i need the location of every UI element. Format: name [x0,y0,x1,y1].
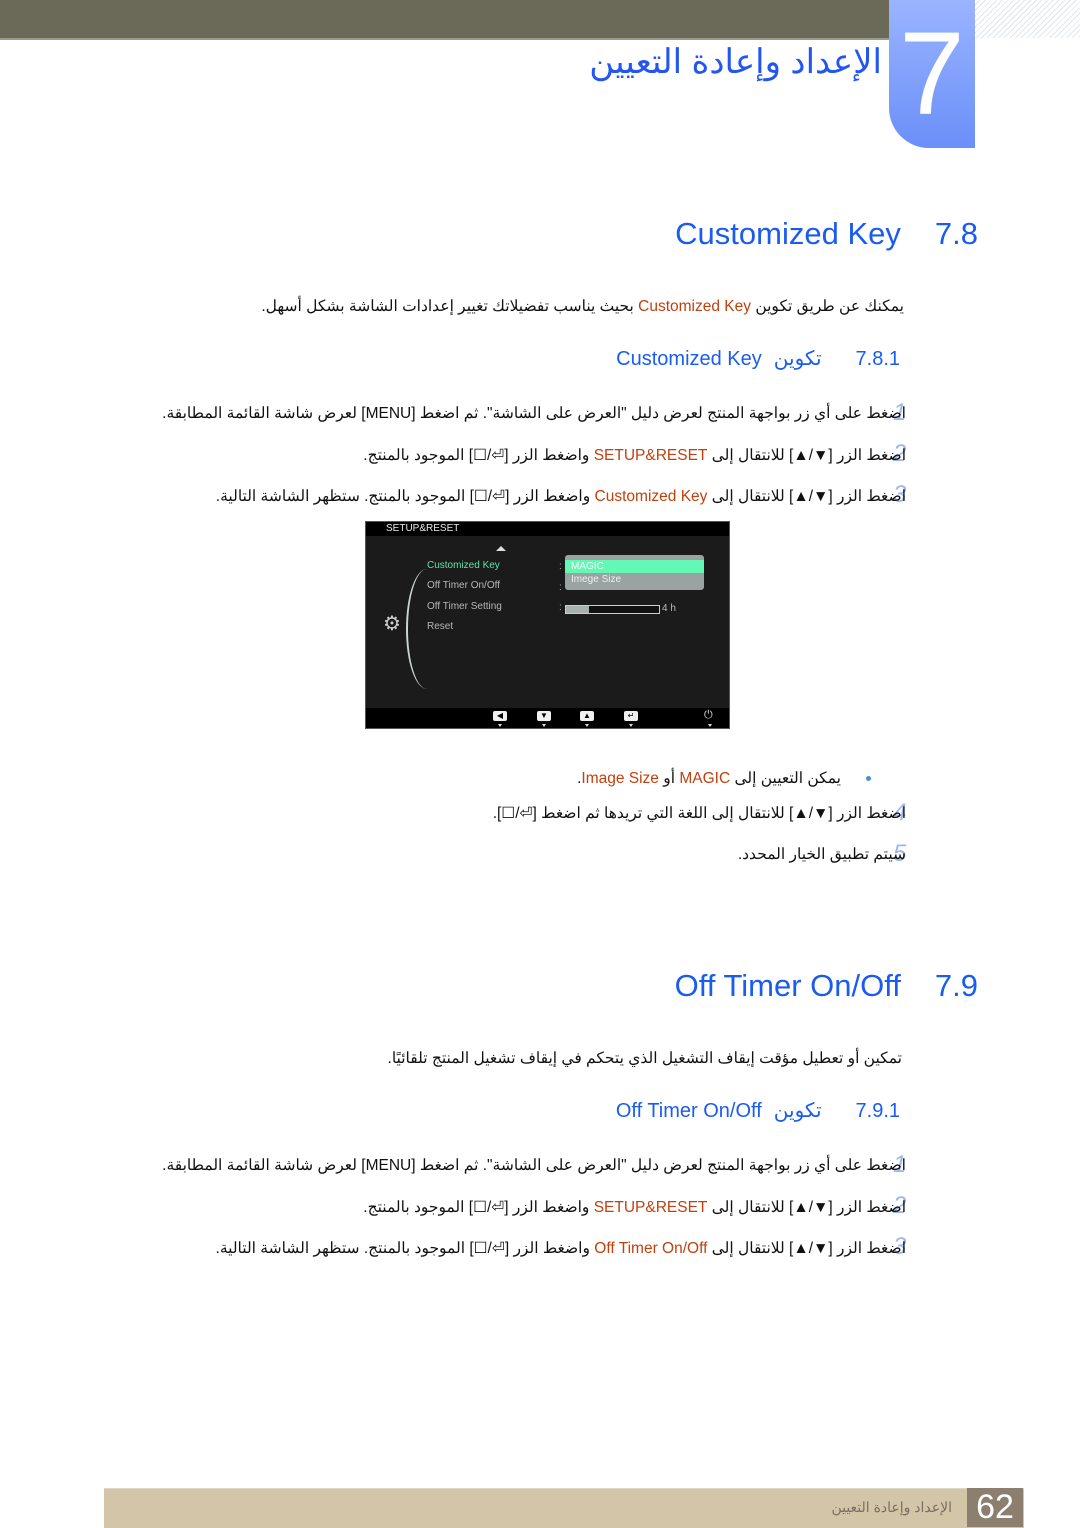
step-text: اضغط الزر [▼/▲] للانتقال إلى اللغة التي … [492,805,906,822]
subsection-title-ar: تكوين [773,1100,822,1122]
page-number: 62 [967,1488,1023,1527]
tick-icon [708,724,712,727]
step-text: اضغط الزر [▼/▲] للانتقال إلى SETUP&RESET… [363,1198,906,1217]
down-key-icon: ▼ [537,711,551,721]
step-text: اضغط الزر [▼/▲] للانتقال إلى Off Timer O… [216,1239,906,1258]
intro-highlight: Customized Key [638,298,752,315]
scroll-up-icon [496,546,506,551]
bullet-icon [866,776,871,781]
bullet-text-part: يمكن التعيين إلى [730,770,841,787]
subsection-title-ar: تكوين [773,348,822,370]
bullet-highlight: MAGIC [679,770,731,787]
chapter-number-badge: 7 [889,0,975,148]
chapter-title: الإعداد وإعادة التعيين [589,43,882,81]
intro-text: يمكنك عن طريق تكوين [751,298,904,315]
section-intro-7-8: يمكنك عن طريق تكوين Customized Key بحيث … [261,297,904,316]
tick-icon [629,724,633,727]
bullet-highlight: Image Size [581,770,659,787]
section-title-text: Customized Key [675,216,901,251]
osd-header: SETUP&RESET [366,522,729,536]
power-icon: ⏻ [704,709,713,721]
osd-menu-screenshot: SETUP&RESET ⚙ Customized Key Off Timer O… [365,521,730,729]
osd-timer-label: 4 h [662,603,676,614]
osd-item-off-timer-setting: Off Timer Setting [427,601,502,612]
step-text-part: اضغط الزر [▼/▲] للانتقال إلى [707,447,906,464]
enter-key-icon: ↵ [624,711,638,721]
subsection-title-7-9-1: Off Timer On/Off تكوين 7.9.1 [616,1098,900,1123]
intro-text: بحيث يناسب تفضيلاتك تغيير إعدادات الشاشة… [261,298,639,315]
osd-colon: : [559,561,562,572]
osd-timer-bar [565,605,660,614]
bullet-text: يمكن التعيين إلى MAGIC أو Image Size. [577,769,841,788]
osd-item-off-timer-onoff: Off Timer On/Off [427,580,500,591]
gear-icon: ⚙ [383,613,401,635]
osd-dropdown: MAGIC Imege Size [565,555,704,590]
left-key-icon: ◀ [493,711,507,721]
section-title-7-9: Off Timer On/Off 7.9 [675,968,978,1004]
top-banner [0,0,890,40]
step-text-part: اضغط الزر [▼/▲] للانتقال إلى [707,1199,906,1216]
step-text: اضغط على أي زر بواجهة المنتج لعرض دليل "… [162,1157,906,1174]
footer-chapter-title: الإعداد وإعادة التعيين [831,1499,952,1515]
step-text-part: اضغط الزر [▼/▲] للانتقال إلى [707,488,906,505]
tick-icon [585,724,589,727]
subsection-title-7-8-1: Customized Key تكوين 7.8.1 [616,346,900,371]
step-highlight: SETUP&RESET [593,447,708,464]
subsection-number: 7.8.1 [855,348,900,370]
step-text: اضغط الزر [▼/▲] للانتقال إلى Customized … [216,487,906,506]
section-number: 7.9 [934,968,978,1003]
step-text-part: واضغط الزر [⏎/☐] الموجود بالمنتج. [363,1199,594,1216]
osd-option-magic: MAGIC [565,560,704,573]
tick-icon [498,724,502,727]
osd-item-customized-key: Customized Key [427,560,500,571]
section-intro-7-9: تمكين أو تعطيل مؤقت إيقاف التشغيل الذي ي… [387,1050,902,1067]
step-text-part: واضغط الزر [⏎/☐] الموجود بالمنتج. ستظهر … [215,1240,595,1257]
step-highlight: Customized Key [594,488,708,505]
osd-colon: : [559,602,562,613]
step-highlight: Off Timer On/Off [594,1240,708,1257]
decorative-hatch [975,0,1080,38]
section-title-text: Off Timer On/Off [674,968,901,1003]
section-title-7-8: Customized Key 7.8 [675,216,978,252]
step-highlight: SETUP&RESET [593,1199,708,1216]
up-key-icon: ▲ [580,711,594,721]
step-text: اضغط الزر [▼/▲] للانتقال إلى SETUP&RESET… [363,446,906,465]
osd-option-image-size: Imege Size [571,574,622,585]
step-text-part: واضغط الزر [⏎/☐] الموجود بالمنتج. ستظهر … [215,488,595,505]
subsection-number: 7.9.1 [855,1100,900,1122]
bullet-text-part: أو [658,770,680,787]
step-text-part: واضغط الزر [⏎/☐] الموجود بالمنتج. [363,447,594,464]
osd-footer: ◀ ▼ ▲ ↵ ⏻ [366,708,729,728]
step-text-part: اضغط الزر [▼/▲] للانتقال إلى [707,1240,906,1257]
section-number: 7.8 [934,216,978,251]
subsection-title-en: Customized Key [616,348,762,370]
tick-icon [542,724,546,727]
step-text: اضغط على أي زر بواجهة المنتج لعرض دليل "… [162,405,906,422]
osd-timer-bar-fill [566,606,590,613]
osd-item-reset: Reset [427,621,454,632]
subsection-title-en: Off Timer On/Off [615,1100,762,1122]
osd-colon: : [559,582,562,593]
step-text: سيتم تطبيق الخيار المحدد. [737,846,906,863]
